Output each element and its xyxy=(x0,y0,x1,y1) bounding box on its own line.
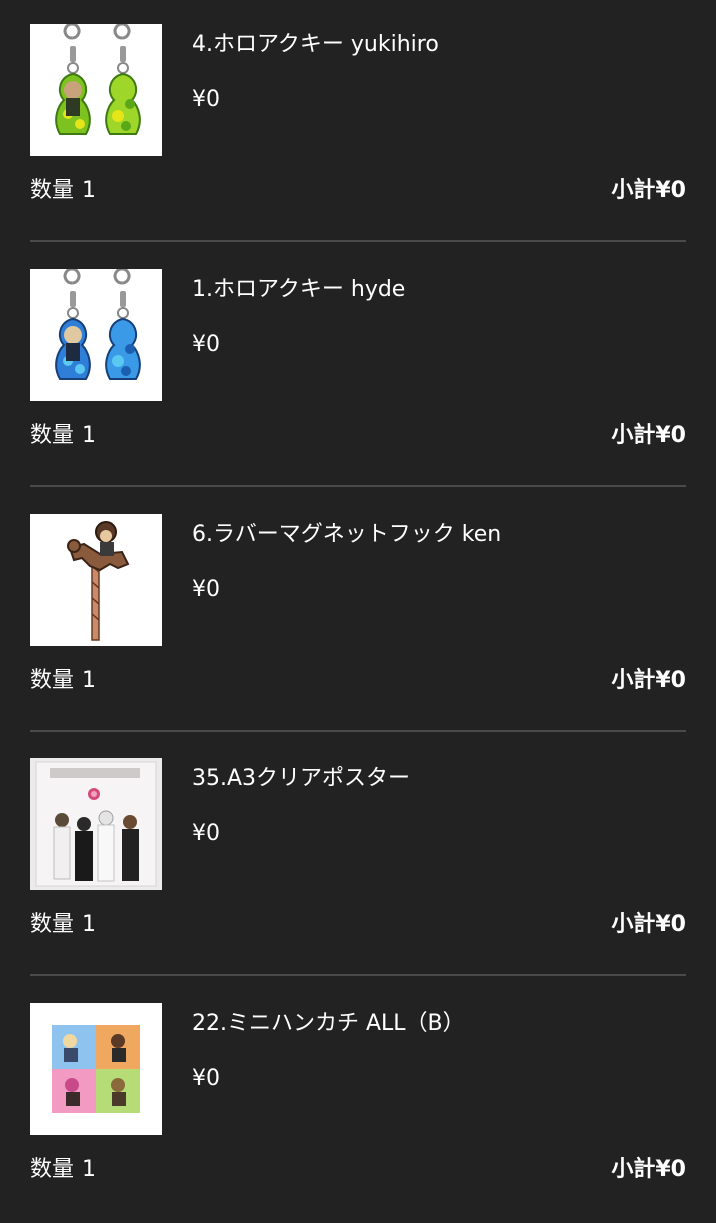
product-price: ¥0 xyxy=(192,1066,220,1091)
subtotal: 小計¥0 xyxy=(611,1157,686,1182)
handkerchief-image[interactable] xyxy=(30,1003,162,1135)
cart-item-list: 4.ホロアクキー yukihiro ¥0 数量 1 小計¥0 1.ホロアクキー … xyxy=(0,0,716,1200)
product-name[interactable]: 22.ミニハンカチ ALL（B） xyxy=(192,1009,465,1039)
subtotal: 小計¥0 xyxy=(611,912,686,937)
cart-item: 1.ホロアクキー hyde ¥0 数量 1 小計¥0 xyxy=(0,245,716,489)
cart-item: 4.ホロアクキー yukihiro ¥0 数量 1 小計¥0 xyxy=(0,0,716,244)
quantity-value: 1 xyxy=(82,1157,97,1182)
quantity-value: 1 xyxy=(82,912,97,937)
product-name[interactable]: 6.ラバーマグネットフック ken xyxy=(192,520,501,550)
poster-icon xyxy=(30,758,162,890)
product-price: ¥0 xyxy=(192,821,220,846)
quantity-value: 1 xyxy=(82,178,97,203)
product-name[interactable]: 4.ホロアクキー yukihiro xyxy=(192,30,439,60)
quantity-label: 数量 xyxy=(30,1157,75,1182)
product-price: ¥0 xyxy=(192,577,220,602)
keychain-icon xyxy=(30,269,162,401)
quantity: 数量 1 xyxy=(30,176,96,206)
divider xyxy=(30,240,686,242)
green-acrylic-keychain-image[interactable] xyxy=(30,24,162,156)
poster-image[interactable] xyxy=(30,758,162,890)
cart-item: 22.ミニハンカチ ALL（B） ¥0 数量 1 小計¥0 xyxy=(0,979,716,1223)
quantity-value: 1 xyxy=(82,423,97,448)
cart-item: 35.A3クリアポスター ¥0 数量 1 小計¥0 xyxy=(0,734,716,978)
product-name[interactable]: 35.A3クリアポスター xyxy=(192,764,410,794)
quantity: 数量 1 xyxy=(30,1155,96,1185)
subtotal: 小計¥0 xyxy=(611,178,686,203)
blue-acrylic-keychain-image[interactable] xyxy=(30,269,162,401)
quantity-label: 数量 xyxy=(30,668,75,693)
quantity-label: 数量 xyxy=(30,423,75,448)
quantity: 数量 1 xyxy=(30,421,96,451)
divider xyxy=(30,730,686,732)
subtotal: 小計¥0 xyxy=(611,423,686,448)
quantity: 数量 1 xyxy=(30,666,96,696)
quantity-value: 1 xyxy=(82,668,97,693)
magnet-hook-image[interactable] xyxy=(30,514,162,646)
divider xyxy=(30,485,686,487)
subtotal: 小計¥0 xyxy=(611,668,686,693)
cart-item: 6.ラバーマグネットフック ken ¥0 数量 1 小計¥0 xyxy=(0,490,716,734)
carousel-horse-icon xyxy=(30,514,162,646)
keychain-icon xyxy=(30,24,162,156)
quantity: 数量 1 xyxy=(30,910,96,940)
product-price: ¥0 xyxy=(192,332,220,357)
quantity-label: 数量 xyxy=(30,912,75,937)
product-price: ¥0 xyxy=(192,87,220,112)
quantity-label: 数量 xyxy=(30,178,75,203)
product-name[interactable]: 1.ホロアクキー hyde xyxy=(192,275,405,305)
handkerchief-icon xyxy=(30,1003,162,1135)
divider xyxy=(30,974,686,976)
